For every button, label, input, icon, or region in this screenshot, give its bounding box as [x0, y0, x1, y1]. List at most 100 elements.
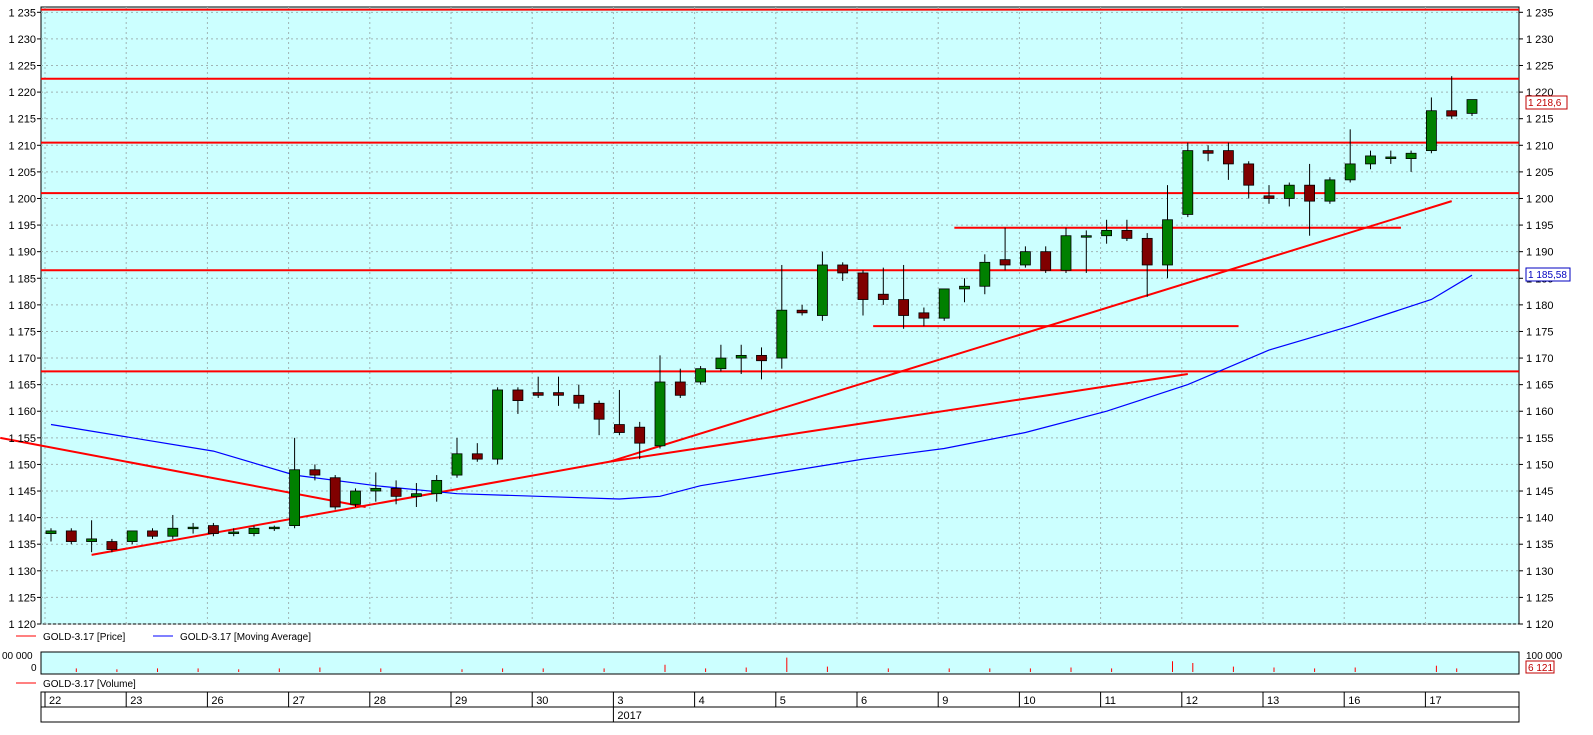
candle-body	[1385, 156, 1397, 159]
candle-body	[1365, 155, 1376, 165]
candle-body	[532, 392, 544, 396]
y-tick-right-1170: 1 170	[1526, 353, 1554, 365]
volume-left-top-label: 00 000	[2, 651, 33, 662]
y-tick-left-1215: 1 215	[8, 114, 36, 126]
y-tick-right-1175: 1 175	[1526, 326, 1554, 338]
date-label-12: 12	[1186, 695, 1198, 707]
y-tick-left-1220: 1 220	[8, 87, 36, 99]
y-tick-right-1150: 1 150	[1526, 459, 1554, 471]
date-label-26: 26	[211, 695, 223, 707]
candle-body	[147, 530, 158, 537]
y-tick-right-1180: 1 180	[1526, 300, 1554, 312]
legend-ma-label: GOLD-3.17 [Moving Average]	[180, 632, 311, 643]
candle-body	[207, 525, 219, 534]
candle-body	[289, 469, 301, 526]
y-tick-left-1175: 1 175	[8, 326, 36, 338]
candle-body	[268, 526, 280, 530]
candle-body	[1101, 229, 1112, 237]
price-legend: GOLD-3.17 [Price] GOLD-3.17 [Moving Aver…	[16, 632, 311, 643]
candle-body	[167, 527, 179, 537]
candle-body	[735, 354, 747, 359]
candle-body	[756, 354, 767, 362]
candle-body	[45, 530, 57, 534]
y-tick-left-1190: 1 190	[8, 247, 36, 259]
y-tick-left-1155: 1 155	[8, 433, 36, 445]
candle-body	[553, 392, 564, 396]
y-tick-right-1160: 1 160	[1526, 406, 1554, 418]
candle-body	[451, 453, 463, 476]
date-label-17: 17	[1429, 695, 1441, 707]
y-tick-right-1135: 1 135	[1526, 539, 1554, 551]
candle-body	[1304, 184, 1315, 202]
candle-1	[65, 528, 77, 545]
candle-body	[1426, 110, 1437, 152]
date-label-23: 23	[130, 695, 142, 707]
y-tick-left-1145: 1 145	[8, 486, 36, 498]
candle-56	[1182, 142, 1194, 218]
candle-body	[1324, 179, 1336, 202]
ma-value-label: 1 185,58	[1528, 270, 1567, 281]
candle-body	[817, 264, 828, 316]
candle-body	[1243, 163, 1255, 186]
date-label-27: 27	[293, 695, 305, 707]
candle-body	[776, 309, 788, 359]
candle-32	[695, 366, 706, 385]
date-label-3: 3	[617, 695, 623, 707]
candle-body	[187, 526, 199, 530]
volume-left-zero-label: 0	[31, 663, 37, 674]
date-label-29: 29	[455, 695, 467, 707]
y-tick-right-1120: 1 120	[1526, 619, 1554, 631]
y-tick-right-1230: 1 230	[1526, 34, 1554, 46]
volume-legend: GOLD-3.17 [Volume]	[16, 679, 136, 690]
y-tick-right-1205: 1 205	[1526, 167, 1554, 179]
candle-body	[1466, 99, 1478, 114]
volume-value-label: 6 121	[1528, 663, 1553, 674]
y-tick-right-1130: 1 130	[1526, 566, 1554, 578]
candle-body	[410, 493, 422, 497]
y-tick-right-1200: 1 200	[1526, 193, 1554, 205]
date-label-28: 28	[374, 695, 386, 707]
date-label-5: 5	[780, 695, 786, 707]
y-tick-right-1195: 1 195	[1526, 220, 1554, 232]
candle-body	[106, 541, 118, 550]
y-tick-left-1130: 1 130	[8, 566, 36, 578]
candle-body	[1060, 235, 1072, 271]
y-tick-left-1120: 1 120	[8, 619, 36, 631]
candle-body	[1040, 251, 1052, 271]
y-tick-left-1165: 1 165	[8, 380, 36, 392]
candle-body	[309, 469, 321, 476]
y-tick-left-1205: 1 205	[8, 167, 36, 179]
y-tick-right-1140: 1 140	[1526, 513, 1554, 525]
y-tick-left-1210: 1 210	[8, 140, 36, 152]
candle-body	[1080, 235, 1092, 238]
date-label-4: 4	[699, 695, 705, 707]
last-price-label: 1 218,6	[1528, 98, 1562, 109]
candle-body	[471, 453, 483, 460]
y-tick-left-1125: 1 125	[8, 592, 36, 604]
y-tick-right-1145: 1 145	[1526, 486, 1554, 498]
candle-body	[573, 394, 585, 404]
y-tick-right-1155: 1 155	[1526, 433, 1554, 445]
candle-body	[857, 272, 869, 300]
candle-body	[614, 424, 625, 433]
y-tick-left-1200: 1 200	[8, 193, 36, 205]
y-tick-left-1140: 1 140	[8, 513, 36, 525]
y-tick-right-1215: 1 215	[1526, 114, 1554, 126]
y-tick-right-1235: 1 235	[1526, 7, 1554, 19]
y-tick-right-1225: 1 225	[1526, 61, 1554, 73]
candle-44	[938, 288, 950, 321]
candle-body	[898, 299, 909, 316]
ma-value-badge: 1 185,58	[1525, 267, 1571, 282]
candle-body	[1223, 150, 1234, 165]
y-tick-left-1225: 1 225	[8, 61, 36, 73]
candle-body	[1020, 251, 1031, 266]
y-tick-right-1210: 1 210	[1526, 140, 1554, 152]
y-tick-left-1185: 1 185	[8, 273, 36, 285]
y-tick-left-1170: 1 170	[8, 353, 36, 365]
candle-15	[350, 488, 361, 507]
y-tick-left-1135: 1 135	[8, 539, 36, 551]
candle-22	[492, 387, 504, 465]
date-label-11: 11	[1105, 695, 1116, 707]
candle-body	[959, 285, 970, 290]
candle-body	[329, 477, 341, 508]
